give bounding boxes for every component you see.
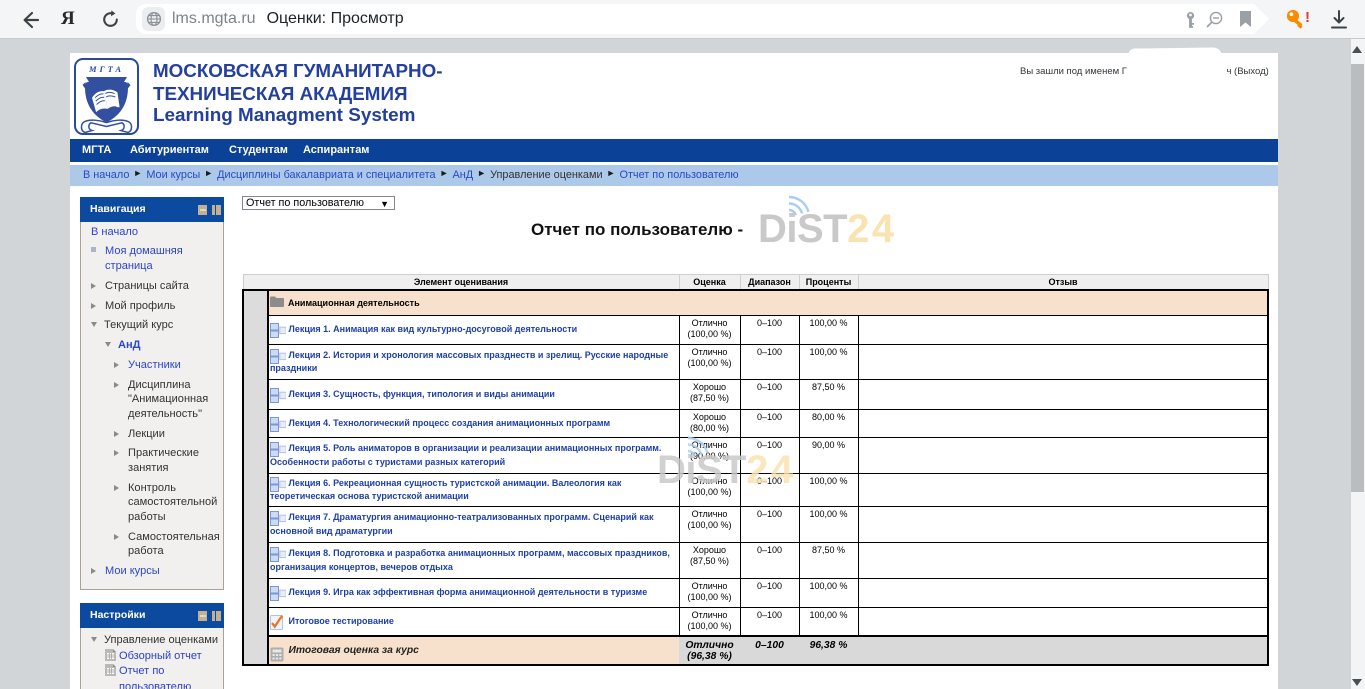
svg-text:!: ! — [1305, 9, 1310, 26]
